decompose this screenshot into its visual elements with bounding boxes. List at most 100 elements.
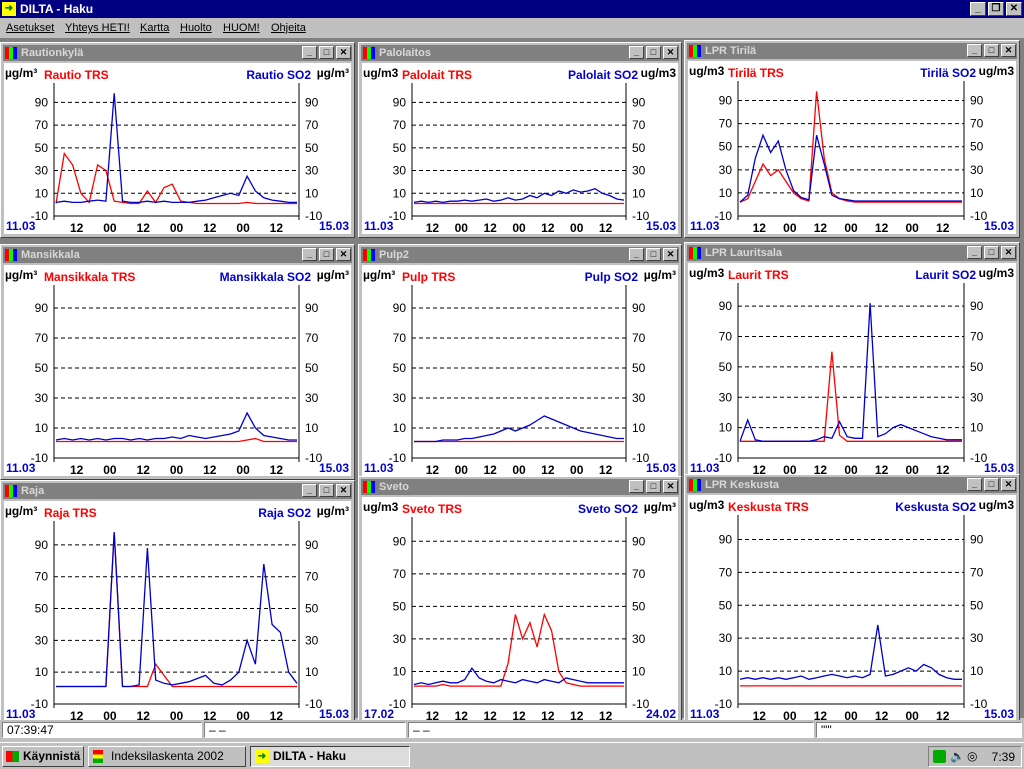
close-button[interactable]: ✕: [1006, 2, 1022, 16]
station-window-5[interactable]: LPR Lauritsala _ □ ✕ 90 90 70 70 50 50 30 30 10 10 -10…: [684, 242, 1020, 480]
window-maximize-button[interactable]: □: [319, 46, 334, 59]
station-titlebar[interactable]: Mansikkala _ □ ✕: [3, 247, 352, 263]
y-tick-right: 70: [970, 330, 984, 344]
window-close-button[interactable]: ✕: [336, 484, 351, 497]
station-titlebar[interactable]: Raja _ □ ✕: [3, 483, 352, 499]
pollution-chart: 90 9070 7050 5030 3010 10-10 -1012 00 12 00 12 00 12: [389, 285, 650, 477]
station-window-0[interactable]: Rautionkylä _ □ ✕ 90 90 70 70 50 50 30 30 10 10 -10 -10…: [0, 42, 355, 238]
window-maximize-button[interactable]: □: [984, 246, 999, 259]
date-end-label: 15.03: [983, 219, 1014, 233]
window-minimize-button[interactable]: _: [302, 46, 317, 59]
station-title: Pulp2: [379, 249, 409, 261]
so2-series-label: Palolait SO2: [567, 68, 638, 82]
y-tick-right: 90: [970, 94, 984, 108]
mouse-icon[interactable]: ◎: [967, 749, 977, 763]
window-maximize-button[interactable]: □: [646, 480, 661, 493]
date-end-label: 15.03: [318, 707, 349, 721]
unit-left-label: ug/m3: [363, 500, 399, 514]
station-titlebar[interactable]: LPR Tirilä _ □ ✕: [687, 43, 1017, 59]
y-tick-right: 90: [970, 299, 984, 313]
y-tick-right: 50: [305, 361, 319, 375]
unit-left-label: ug/m3: [689, 266, 725, 280]
x-tick-label: 00: [455, 463, 469, 477]
x-tick-label: 00: [455, 221, 469, 235]
task-indeksilaskenta[interactable]: Indeksilaskenta 2002: [88, 746, 246, 767]
y-tick-left: 10: [719, 186, 733, 200]
window-minimize-button[interactable]: _: [629, 480, 644, 493]
app-icon: ➜: [2, 2, 16, 16]
y-tick-left: 50: [35, 361, 49, 375]
window-maximize-button[interactable]: □: [646, 248, 661, 261]
y-tick-left: 70: [393, 331, 407, 345]
y-tick-right: 70: [305, 118, 319, 132]
window-minimize-button[interactable]: _: [629, 46, 644, 59]
station-titlebar[interactable]: Rautionkylä _ □ ✕: [3, 45, 352, 61]
station-titlebar[interactable]: Sveto _ □ ✕: [361, 479, 679, 495]
menu-kartta[interactable]: Kartta: [140, 22, 169, 34]
menu-asetukset[interactable]: Asetukset: [6, 22, 54, 34]
window-minimize-button[interactable]: _: [967, 246, 982, 259]
y-tick-left: 90: [719, 299, 733, 313]
window-minimize-button[interactable]: _: [967, 44, 982, 57]
window-close-button[interactable]: ✕: [663, 248, 678, 261]
pollution-chart: 90 9070 7050 5030 3010 10-10 -1012 00 12 00 12 00 12: [715, 81, 988, 235]
date-end-label: 15.03: [645, 461, 676, 475]
menu-huolto[interactable]: Huolto: [180, 22, 212, 34]
so2-series-line: [414, 415, 624, 443]
minimize-button[interactable]: _: [970, 2, 986, 16]
windows-flag-icon: [6, 751, 19, 762]
window-minimize-button[interactable]: _: [629, 248, 644, 261]
menu-yhteys[interactable]: Yhteys HETI!: [65, 22, 130, 34]
y-tick-right: 90: [305, 301, 319, 315]
chart-area: 90 90 70 70 50 50 30 30 10 10 -10 -10 12 00 12 00 12 00 12…: [4, 501, 351, 723]
date-start-label: 11.03: [690, 461, 720, 475]
window-maximize-button[interactable]: □: [646, 46, 661, 59]
y-tick-right: 30: [632, 164, 646, 178]
so2-series-label: Rautio SO2: [246, 68, 311, 82]
window-minimize-button[interactable]: _: [302, 484, 317, 497]
x-tick-label: 00: [783, 221, 797, 235]
station-window-6[interactable]: Raja _ □ ✕ 90 90 70 70 50 50 30 30 10 10 -10 -10 12 00 12 0…: [0, 480, 355, 726]
x-tick-label: 12: [541, 463, 555, 477]
station-titlebar[interactable]: LPR Lauritsala _ □ ✕: [687, 245, 1017, 261]
y-tick-left: 10: [35, 665, 49, 679]
station-window-2[interactable]: LPR Tirilä _ □ ✕ 90 90 70 70 50 50 30 30 10 10 -10 -10 1…: [684, 40, 1020, 238]
station-titlebar[interactable]: Pulp2 _ □ ✕: [361, 247, 679, 263]
window-minimize-button[interactable]: _: [967, 478, 982, 491]
window-close-button[interactable]: ✕: [1001, 246, 1016, 259]
window-close-button[interactable]: ✕: [336, 46, 351, 59]
window-maximize-button[interactable]: □: [984, 44, 999, 57]
network-icon[interactable]: [933, 750, 946, 763]
window-maximize-button[interactable]: □: [319, 248, 334, 261]
trs-series-line: [414, 612, 624, 687]
menu-ohjeita[interactable]: Ohjeita: [271, 22, 306, 34]
start-button[interactable]: Käynnistä: [2, 746, 84, 767]
y-tick-right: 70: [970, 117, 984, 131]
y-tick-left: 30: [393, 164, 407, 178]
task-label-1: Indeksilaskenta 2002: [111, 749, 224, 763]
station-titlebar[interactable]: LPR Keskusta _ □ ✕: [687, 477, 1017, 493]
date-end-label: 15.03: [983, 461, 1014, 475]
window-close-button[interactable]: ✕: [336, 248, 351, 261]
window-close-button[interactable]: ✕: [663, 46, 678, 59]
window-minimize-button[interactable]: _: [302, 248, 317, 261]
station-window-7[interactable]: Sveto _ □ ✕ 90 90 70 70 50 50 30 30 10 10 -10 -10 12 12 12…: [358, 476, 682, 726]
task-dilta-haku[interactable]: ➜ DILTA - Haku: [250, 746, 410, 767]
taskbar: Käynnistä Indeksilaskenta 2002 ➜ DILTA -…: [0, 742, 1024, 769]
window-close-button[interactable]: ✕: [1001, 44, 1016, 57]
window-maximize-button[interactable]: □: [984, 478, 999, 491]
app-title: DILTA - Haku: [20, 2, 94, 16]
x-tick-label: 12: [137, 463, 151, 477]
station-titlebar[interactable]: Palolaitos _ □ ✕: [361, 45, 679, 61]
window-close-button[interactable]: ✕: [1001, 478, 1016, 491]
station-window-1[interactable]: Palolaitos _ □ ✕ 90 90 70 70 50 50 30 30 10 10 -10 -10 1…: [358, 42, 682, 238]
maximize-button[interactable]: ❐: [988, 2, 1004, 16]
window-maximize-button[interactable]: □: [319, 484, 334, 497]
volume-icon[interactable]: 🔈: [950, 749, 965, 763]
chart-area: 90 90 70 70 50 50 30 30 10 10 -10 -10 12 12 12 12 12 12 12…: [362, 497, 678, 723]
station-window-4[interactable]: Pulp2 _ □ ✕ 90 90 70 70 50 50 30 30 10 10 -10 -10 12 00 12…: [358, 244, 682, 480]
station-window-3[interactable]: Mansikkala _ □ ✕ 90 90 70 70 50 50 30 30 10 10 -10 -10 1…: [0, 244, 355, 480]
menu-huom[interactable]: HUOM!: [223, 22, 260, 34]
window-close-button[interactable]: ✕: [663, 480, 678, 493]
station-window-8[interactable]: LPR Keskusta _ □ ✕ 90 90 70 70 50 50 30 30 10 10 -10 -1…: [684, 474, 1020, 726]
